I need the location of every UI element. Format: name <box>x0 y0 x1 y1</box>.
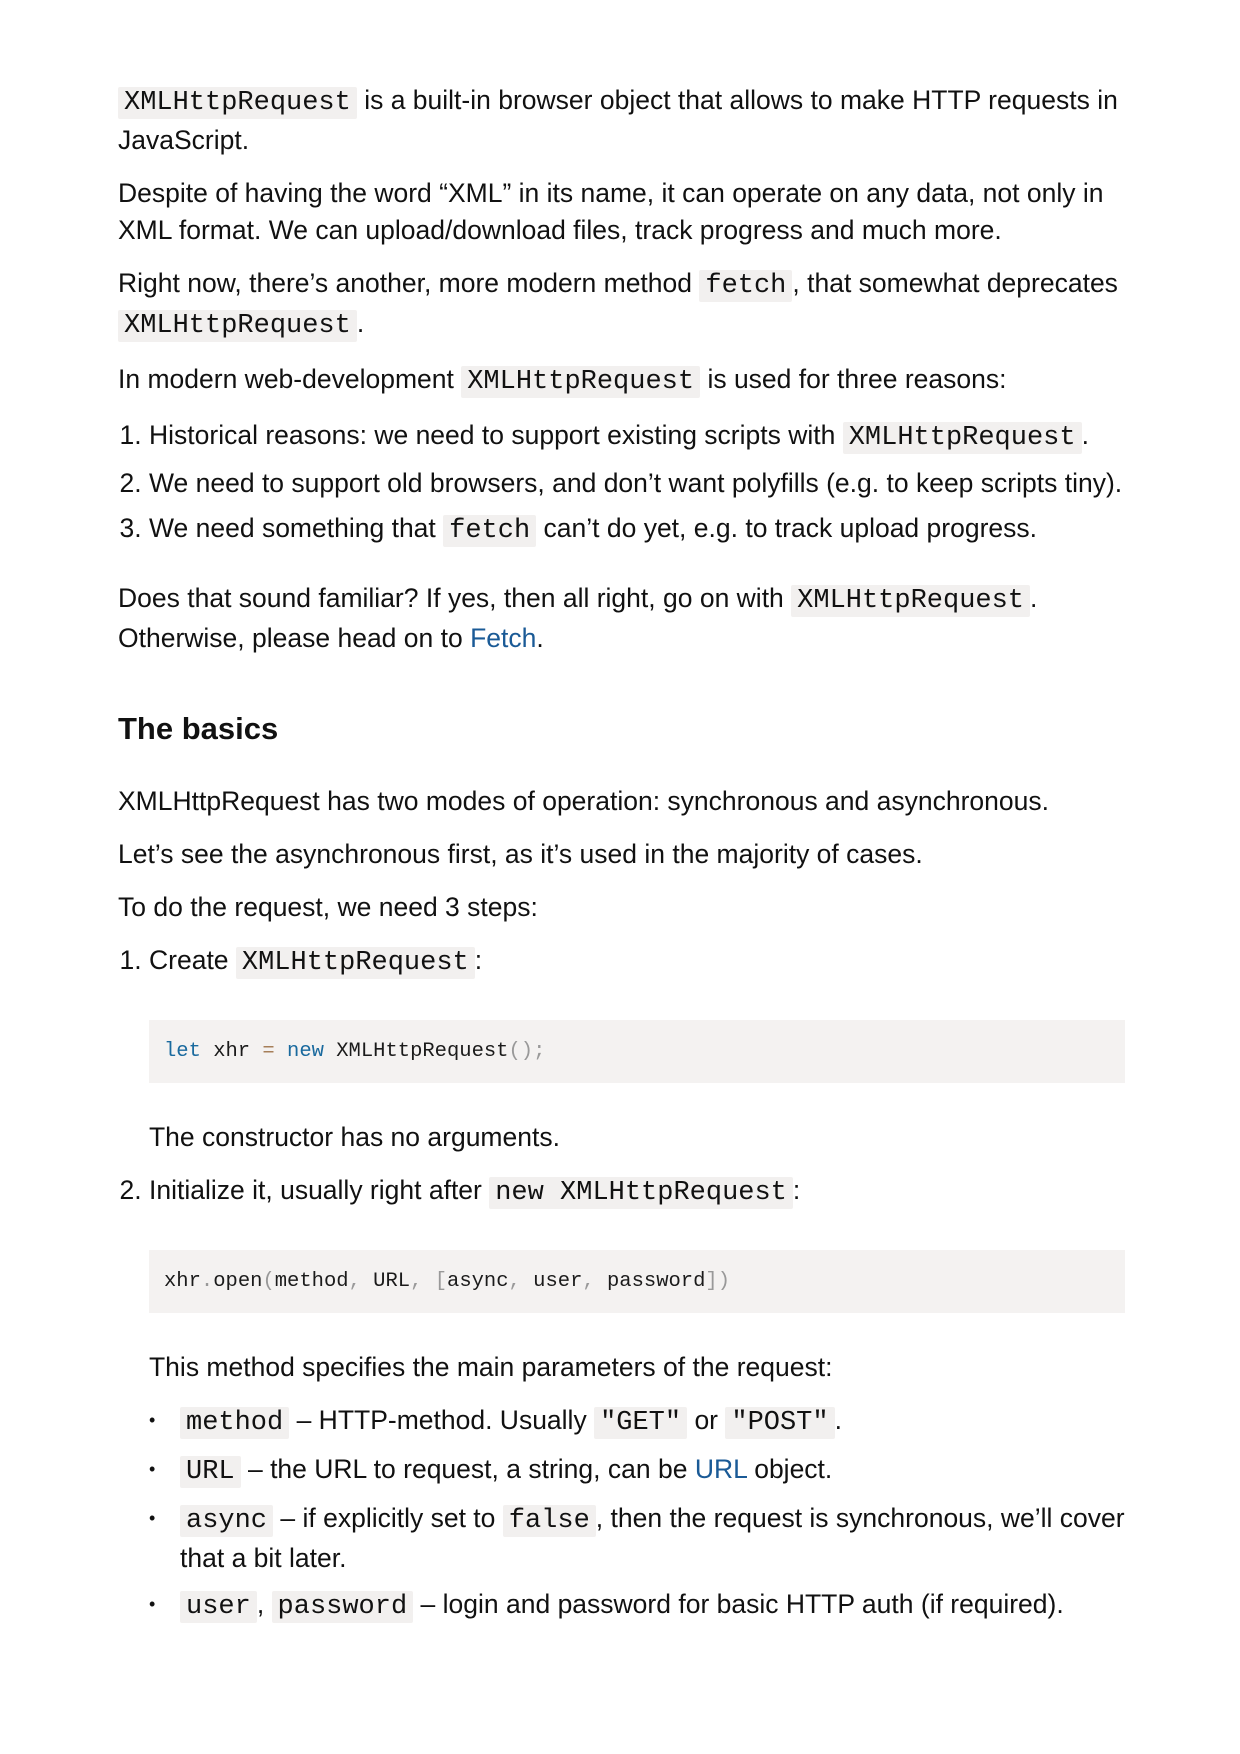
inline-code: password <box>271 1591 414 1623</box>
inline-code: "GET" <box>594 1407 688 1439</box>
basics-paragraph-2: Let’s see the asynchronous first, as it’… <box>118 839 923 869</box>
intro-paragraph-1: XMLHttpRequest is a built-in browser obj… <box>118 85 1118 155</box>
list-item: We need something that fetch can’t do ye… <box>149 510 1128 550</box>
list-item: async – if explicitly set to false, then… <box>149 1500 1128 1577</box>
inline-code: async <box>180 1505 274 1537</box>
params-list: method – HTTP-method. Usually "GET" or "… <box>149 1402 1128 1626</box>
inline-code: method <box>180 1407 290 1439</box>
inline-code: user <box>180 1591 257 1623</box>
list-item: URL – the URL to request, a string, can … <box>149 1451 1128 1491</box>
basics-paragraph-1: XMLHttpRequest has two modes of operatio… <box>118 786 1049 816</box>
list-item: Create XMLHttpRequest: let xhr = new XML… <box>149 942 1128 1156</box>
familiar-paragraph: Does that sound familiar? If yes, then a… <box>118 583 1038 653</box>
fetch-link[interactable]: Fetch <box>470 623 536 653</box>
inline-code: fetch <box>699 270 793 302</box>
steps-list: Create XMLHttpRequest: let xhr = new XML… <box>118 942 1128 1626</box>
code-block: xhr.open(method, URL, [async, user, pass… <box>149 1250 1125 1313</box>
inline-code: XMLHttpRequest <box>118 87 357 119</box>
basics-paragraph-3: To do the request, we need 3 steps: <box>118 892 538 922</box>
inline-code: XMLHttpRequest <box>461 366 701 398</box>
inline-code: new XMLHttpRequest <box>489 1177 793 1209</box>
inline-code: URL <box>180 1456 241 1488</box>
code-block: let xhr = new XMLHttpRequest(); <box>149 1020 1125 1083</box>
reasons-list: Historical reasons: we need to support e… <box>118 417 1128 550</box>
step-note: This method specifies the main parameter… <box>149 1352 833 1382</box>
inline-code: XMLHttpRequest <box>791 585 1031 617</box>
intro-paragraph-4: In modern web-development XMLHttpRequest… <box>118 364 1007 398</box>
list-item: Initialize it, usually right after new X… <box>149 1172 1128 1626</box>
inline-code: "POST" <box>725 1407 835 1439</box>
section-heading: The basics <box>118 711 279 746</box>
step-note: The constructor has no arguments. <box>149 1122 560 1152</box>
inline-code: XMLHttpRequest <box>235 947 475 979</box>
inline-code: XMLHttpRequest <box>842 422 1082 454</box>
list-item: Historical reasons: we need to support e… <box>149 417 1128 457</box>
inline-code: false <box>502 1505 596 1537</box>
list-item: method – HTTP-method. Usually "GET" or "… <box>149 1402 1128 1442</box>
inline-code: fetch <box>443 515 537 547</box>
list-item: user, password – login and password for … <box>149 1586 1128 1626</box>
list-item: We need to support old browsers, and don… <box>149 465 1128 502</box>
inline-code: XMLHttpRequest <box>118 310 357 342</box>
document-page: XMLHttpRequest is a built-in browser obj… <box>0 0 1240 1626</box>
url-link[interactable]: URL <box>695 1454 747 1484</box>
intro-paragraph-3: Right now, there’s another, more modern … <box>118 268 1118 342</box>
intro-paragraph-2: Despite of having the word “XML” in its … <box>118 178 1104 245</box>
